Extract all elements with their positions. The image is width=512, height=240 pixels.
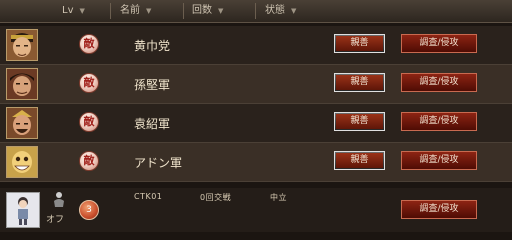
header-divider (110, 3, 111, 19)
header-count[interactable]: 回数 ▼ (192, 4, 223, 18)
level-badge: 3 (79, 200, 99, 220)
player-avatar-icon[interactable] (6, 192, 40, 228)
general-portrait-icon[interactable] (6, 68, 38, 100)
faction-name: 袁紹軍 (134, 117, 171, 131)
investigate-invade-button[interactable]: 調査/侵攻 (401, 73, 477, 92)
player-name: CTK01 (134, 192, 163, 201)
sort-icon: ▼ (291, 7, 297, 15)
goodwill-button-label: 親善 (336, 75, 383, 90)
relation-status: 中立 (270, 193, 287, 202)
general-portrait-icon[interactable] (6, 146, 38, 178)
general-portrait-icon[interactable] (6, 107, 38, 139)
enemy-badge: 敵 (79, 73, 99, 93)
faction-name: 孫堅軍 (134, 78, 171, 92)
list-header: Lv ▼ 名前 ▼ 回数 ▼ 状態 ▼ (0, 0, 512, 23)
goodwill-button[interactable]: 親善 (334, 151, 385, 170)
goodwill-button[interactable]: 親善 (334, 112, 385, 131)
offline-character-icon (51, 191, 67, 209)
player-row: オフ 3 CTK01 0回交戦 中立 調査/侵攻 (0, 188, 512, 232)
goodwill-button[interactable]: 親善 (334, 73, 385, 92)
investigate-invade-button[interactable]: 調査/侵攻 (401, 112, 477, 131)
goodwill-button-label: 親善 (336, 153, 383, 168)
investigate-invade-button[interactable]: 調査/侵攻 (401, 34, 477, 53)
enemy-badge: 敵 (79, 34, 99, 54)
header-divider (183, 3, 184, 19)
header-count-label: 回数 (192, 5, 212, 16)
general-portrait-icon[interactable] (6, 29, 38, 61)
faction-name: 黄巾党 (134, 39, 171, 53)
battle-count: 0回交戦 (200, 193, 232, 202)
header-lv[interactable]: Lv ▼ (62, 4, 85, 18)
header-status-label: 状態 (265, 5, 285, 16)
header-name[interactable]: 名前 ▼ (120, 4, 151, 18)
faction-name: アドン軍 (134, 156, 183, 170)
sort-icon: ▼ (146, 7, 152, 15)
table-row: 敵 袁紹軍 親善 調査/侵攻 (0, 104, 512, 143)
enemy-badge: 敵 (79, 151, 99, 171)
offline-label: オフ (46, 215, 65, 225)
enemy-badge: 敵 (79, 112, 99, 132)
goodwill-button[interactable]: 親善 (334, 34, 385, 53)
investigate-invade-button[interactable]: 調査/侵攻 (401, 200, 477, 219)
header-status[interactable]: 状態 ▼ (265, 4, 296, 18)
table-row: 敵 孫堅軍 親善 調査/侵攻 (0, 65, 512, 104)
table-row: 敵 アドン軍 親善 調査/侵攻 (0, 143, 512, 182)
table-row: 敵 黄巾党 親善 調査/侵攻 (0, 26, 512, 65)
sort-icon: ▼ (79, 7, 85, 15)
investigate-invade-button[interactable]: 調査/侵攻 (401, 151, 477, 170)
header-lv-label: Lv (62, 5, 74, 16)
sort-icon: ▼ (218, 7, 224, 15)
goodwill-button-label: 親善 (336, 36, 383, 51)
header-divider (255, 3, 256, 19)
header-name-label: 名前 (120, 5, 140, 16)
goodwill-button-label: 親善 (336, 114, 383, 129)
